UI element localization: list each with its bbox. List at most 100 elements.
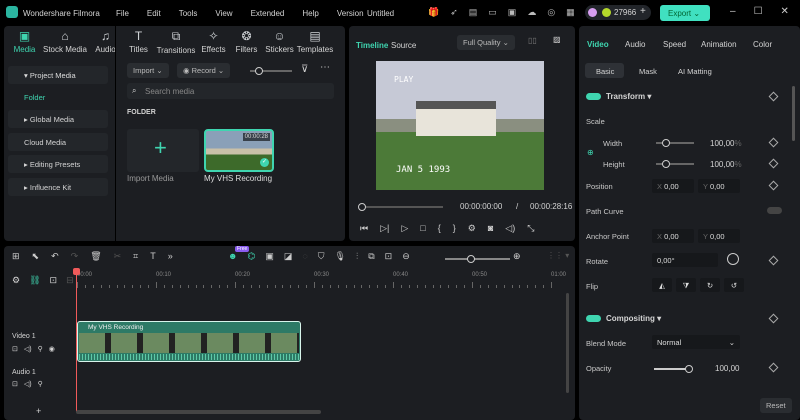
menu-tools[interactable]: Tools	[179, 9, 198, 18]
step-back-icon[interactable]: ▷|	[380, 223, 389, 234]
shield-icon[interactable]: ⛉	[318, 251, 325, 262]
tab-effects[interactable]: ✧ Effects	[197, 29, 230, 55]
monitor-icon[interactable]: ▭	[488, 7, 497, 18]
tab-media[interactable]: ▣ Media	[8, 29, 41, 55]
menu-extended[interactable]: Extended	[251, 9, 285, 18]
media-clip-thumbnail[interactable]: 00:00:28 ✓	[204, 129, 274, 172]
record-button[interactable]: ◉ Record ⌄	[177, 63, 231, 78]
position-y-field[interactable]: Y 0,00	[698, 179, 740, 193]
flip-horizontal-icon[interactable]: ◭	[652, 278, 672, 292]
subtab-basic[interactable]: Basic	[585, 63, 624, 78]
sidebar-item-influence-kit[interactable]: ▸ Influence Kit	[8, 178, 108, 196]
subtab-mask[interactable]: Mask	[639, 67, 657, 76]
crop-icon[interactable]: ⌗	[133, 251, 138, 262]
quality-select[interactable]: Full Quality ⌄	[457, 35, 515, 50]
flip-vertical-icon[interactable]: ⧩	[676, 278, 696, 292]
transform-toggle[interactable]	[586, 93, 601, 100]
ai-copilot-icon[interactable]: ☻	[228, 251, 237, 262]
tab-video[interactable]: Video	[587, 40, 625, 49]
reset-button[interactable]: Reset	[760, 398, 792, 413]
tab-stickers[interactable]: ☺ Stickers	[263, 29, 296, 55]
blend-mode-select[interactable]: Normal ⌄	[652, 335, 740, 349]
anchor-x-field[interactable]: X 0,00	[652, 229, 694, 243]
track-mute-icon[interactable]: ⚲	[38, 345, 43, 353]
opacity-slider[interactable]	[654, 365, 693, 373]
delete-icon[interactable]: 🗑	[90, 251, 101, 262]
tab-stock-media[interactable]: ⌂ Stock Media	[41, 29, 89, 55]
rotate-right-icon[interactable]: ↻	[700, 278, 720, 292]
tab-color[interactable]: Color	[753, 40, 772, 49]
play-icon[interactable]: ▷	[401, 223, 408, 234]
settings-icon[interactable]: ⚙	[468, 223, 476, 234]
undo-icon[interactable]: ↶	[51, 251, 59, 262]
headset-icon[interactable]: ◎	[547, 7, 555, 18]
grid-view-icon[interactable]: ▯▯	[528, 36, 537, 45]
tab-filters[interactable]: ❂ Filters	[230, 29, 263, 55]
height-value[interactable]: 100,00%	[710, 160, 742, 169]
import-button[interactable]: Import ⌄	[127, 63, 169, 78]
width-value[interactable]: 100,00%	[710, 139, 742, 148]
menu-edit[interactable]: Edit	[147, 9, 161, 18]
menu-version[interactable]: Version	[337, 9, 364, 18]
sticker-tool-icon[interactable]: ▣	[265, 251, 274, 262]
video-preview[interactable]: PLAY JAN 5 1993	[376, 61, 544, 190]
tab-speed[interactable]: Speed	[663, 40, 701, 49]
gift-icon[interactable]: 🎁	[428, 7, 439, 18]
add-credits-icon[interactable]: +	[640, 6, 646, 17]
rotate-dial[interactable]	[727, 253, 739, 265]
playhead-handle[interactable]	[73, 268, 80, 275]
tab-audio[interactable]: ♫ Audio	[89, 29, 122, 55]
cloud-icon[interactable]: ☁	[527, 7, 536, 18]
menu-view[interactable]: View	[215, 9, 232, 18]
track-audio-icon[interactable]: ◁)	[24, 380, 32, 388]
tab-audio-props[interactable]: Audio	[625, 40, 663, 49]
stop-icon[interactable]: □	[420, 223, 425, 234]
track-lock-icon[interactable]: ⊡	[12, 345, 18, 353]
tab-timeline-player[interactable]: Timeline	[356, 41, 388, 50]
more-icon[interactable]: ⋯	[320, 62, 330, 73]
rotate-field[interactable]: 0,00°	[652, 253, 718, 267]
save-icon[interactable]: ▣	[508, 7, 517, 18]
camera-icon[interactable]: ◙	[488, 223, 493, 234]
cut-icon[interactable]: ✂	[114, 251, 122, 262]
track-visibility-icon[interactable]: ◉	[49, 345, 55, 353]
compositing-toggle[interactable]	[586, 315, 601, 322]
track-audio-icon[interactable]: ◁)	[24, 345, 32, 353]
zoom-in-icon[interactable]: ⊕	[513, 251, 521, 262]
sidebar-item-folder[interactable]: Folder	[24, 93, 45, 102]
mic-icon[interactable]: 🎙	[335, 251, 346, 262]
redo-icon[interactable]: ↷	[71, 251, 79, 262]
position-x-field[interactable]: X 0,00	[652, 179, 694, 193]
track-lock-icon[interactable]: ⊡	[12, 380, 18, 388]
import-media-tile[interactable]: +	[127, 129, 199, 172]
timeline-video-clip[interactable]: My VHS Recording	[77, 321, 301, 362]
timeline-vscrollbar[interactable]	[566, 293, 569, 393]
mark-out-icon[interactable]: }	[453, 223, 456, 234]
track-mute-icon[interactable]: ⚲	[38, 380, 43, 388]
sidebar-item-project-media[interactable]: ▾ Project Media	[8, 66, 108, 84]
fit-icon[interactable]: ⊡	[385, 251, 393, 262]
snapshot-icon[interactable]: ▨	[553, 35, 561, 44]
apps-icon[interactable]: ▦	[566, 7, 575, 18]
subtab-ai-matting[interactable]: AI Matting	[678, 67, 712, 76]
speed-icon[interactable]: ◌	[302, 251, 307, 262]
avatar[interactable]	[588, 8, 597, 17]
tab-source[interactable]: Source	[391, 41, 416, 50]
tab-animation[interactable]: Animation	[701, 40, 753, 49]
sidebar-item-global-media[interactable]: ▸ Global Media	[8, 110, 108, 128]
volume-icon[interactable]: ◁)	[505, 223, 515, 234]
export-button[interactable]: Export ⌄	[660, 5, 710, 21]
height-slider[interactable]	[656, 160, 694, 168]
maximize-icon[interactable]: ☐	[754, 6, 763, 17]
select-tool-icon[interactable]: ⬉	[32, 251, 40, 262]
sidebar-item-editing-presets[interactable]: ▸ Editing Presets	[8, 155, 108, 173]
tab-templates[interactable]: ▤ Templates	[296, 29, 334, 55]
transform-heading[interactable]: Transform ▾	[606, 92, 651, 101]
layout-icon[interactable]: ⊞	[12, 251, 20, 262]
timeline-settings-icon[interactable]: ⚙	[12, 275, 20, 286]
minimize-icon[interactable]: –	[730, 6, 736, 17]
opacity-value[interactable]: 100,00	[715, 364, 739, 373]
zoom-out-icon[interactable]: ⊖	[402, 251, 410, 262]
mark-in-icon[interactable]: {	[438, 223, 441, 234]
text-icon[interactable]: T	[150, 251, 156, 262]
